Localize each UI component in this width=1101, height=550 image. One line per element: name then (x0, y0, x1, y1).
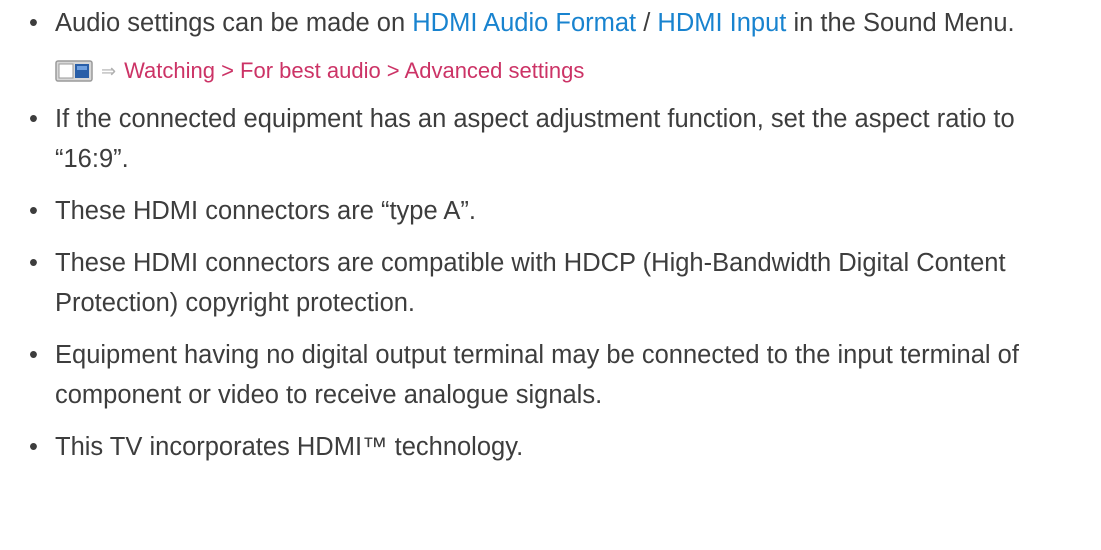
notes-list-continued: • If the connected equipment has an aspe… (0, 99, 1101, 467)
item-text: Audio settings can be made on (55, 9, 413, 37)
bullet: • (29, 249, 38, 277)
reference-path: ⇒ Watching > For best audio > Advanced s… (0, 55, 1101, 87)
bullet: • (29, 105, 38, 133)
bullet: • (29, 341, 38, 369)
item-text: These HDMI connectors are compatible wit… (55, 249, 1006, 317)
arrow-right-icon: ⇒ (101, 61, 117, 81)
list-item-analogue: • Equipment having no digital output ter… (0, 335, 1101, 415)
list-item-audio-settings: • Audio settings can be made on HDMI Aud… (0, 3, 1101, 43)
document-page: • Audio settings can be made on HDMI Aud… (0, 0, 1101, 550)
item-text: in the Sound Menu. (786, 9, 1015, 37)
link-hdmi-audio-format[interactable]: HDMI Audio Format (412, 9, 636, 37)
link-hdmi-input[interactable]: HDMI Input (657, 9, 786, 37)
item-text: If the connected equipment has an aspect… (55, 105, 1015, 173)
reference-link[interactable]: Watching > For best audio > Advanced set… (124, 55, 584, 87)
separator-text: / (636, 9, 658, 37)
list-item-type-a: • These HDMI connectors are “type A”. (0, 191, 1101, 231)
tv-menu-icon (55, 60, 93, 82)
notes-list: • Audio settings can be made on HDMI Aud… (0, 3, 1101, 43)
item-text: These HDMI connectors are “type A”. (55, 197, 476, 225)
list-item-hdmi-tech: • This TV incorporates HDMI™ technology. (0, 427, 1101, 467)
bullet: • (29, 433, 38, 461)
item-text: This TV incorporates HDMI™ technology. (55, 433, 524, 461)
list-item-hdcp: • These HDMI connectors are compatible w… (0, 243, 1101, 323)
bullet: • (29, 9, 38, 37)
item-text: Equipment having no digital output termi… (55, 341, 1019, 409)
list-item-aspect: • If the connected equipment has an aspe… (0, 99, 1101, 179)
bullet: • (29, 197, 38, 225)
